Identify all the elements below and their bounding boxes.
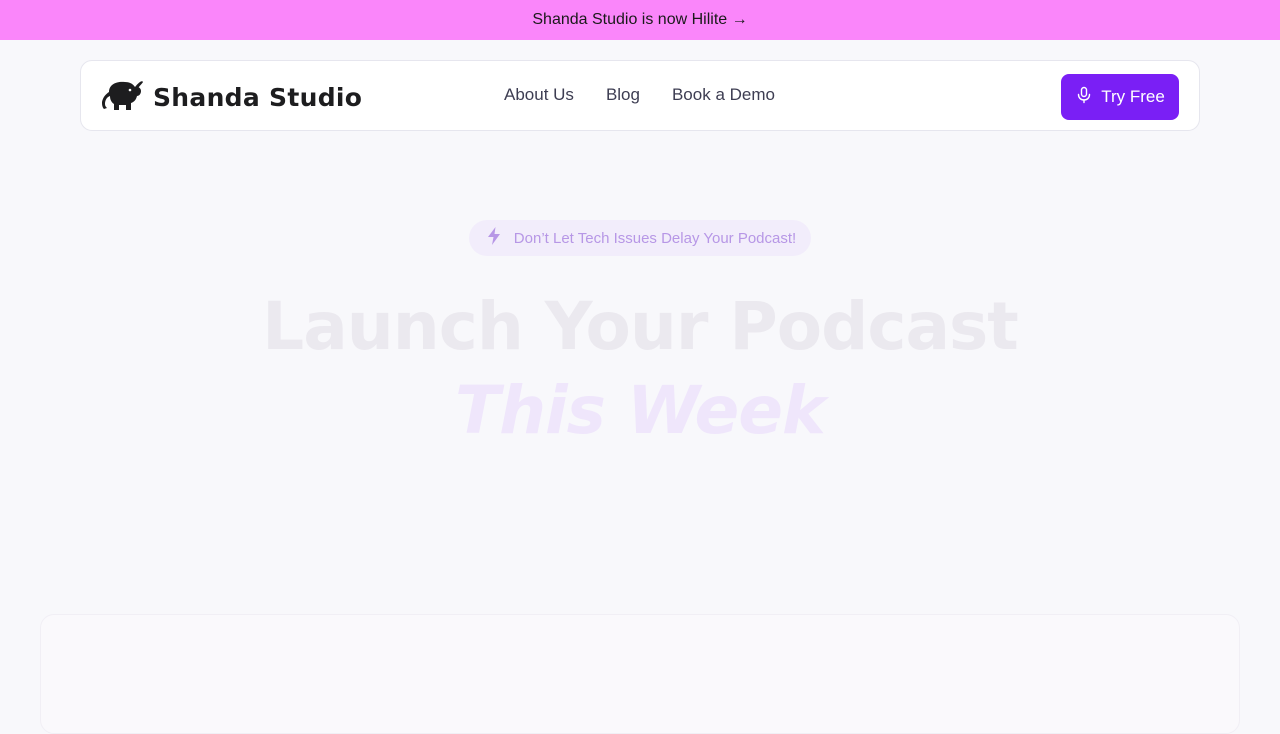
lightning-bolt-icon xyxy=(484,226,504,250)
hero-headline-line2: This Week xyxy=(455,372,826,449)
announcement-text: Shanda Studio is now Hilite → xyxy=(532,11,748,28)
navbar: Shanda Studio About Us Blog Book a Demo … xyxy=(80,60,1200,131)
hero-headline-line1: Launch Your Podcast xyxy=(262,288,1019,365)
hero-preview-card xyxy=(40,614,1240,734)
brand-name: Shanda Studio xyxy=(153,82,363,112)
hero-badge-text: Don’t Let Tech Issues Delay Your Podcast… xyxy=(513,229,797,247)
main-nav: About Us Blog Book a Demo xyxy=(504,85,775,105)
microphone-icon xyxy=(1075,86,1093,109)
announcement-bar[interactable]: Shanda Studio is now Hilite → xyxy=(0,0,1280,40)
brand-logo-link[interactable]: Shanda Studio xyxy=(101,79,362,115)
hero-badge: Don’t Let Tech Issues Delay Your Podcast… xyxy=(469,220,811,256)
elephant-icon xyxy=(101,78,143,117)
nav-link-about-us[interactable]: About Us xyxy=(504,85,574,105)
try-free-label: Try Free xyxy=(1101,87,1165,106)
nav-link-blog[interactable]: Blog xyxy=(606,85,640,105)
nav-link-book-a-demo[interactable]: Book a Demo xyxy=(672,85,775,105)
try-free-button[interactable]: Try Free xyxy=(1061,74,1179,120)
